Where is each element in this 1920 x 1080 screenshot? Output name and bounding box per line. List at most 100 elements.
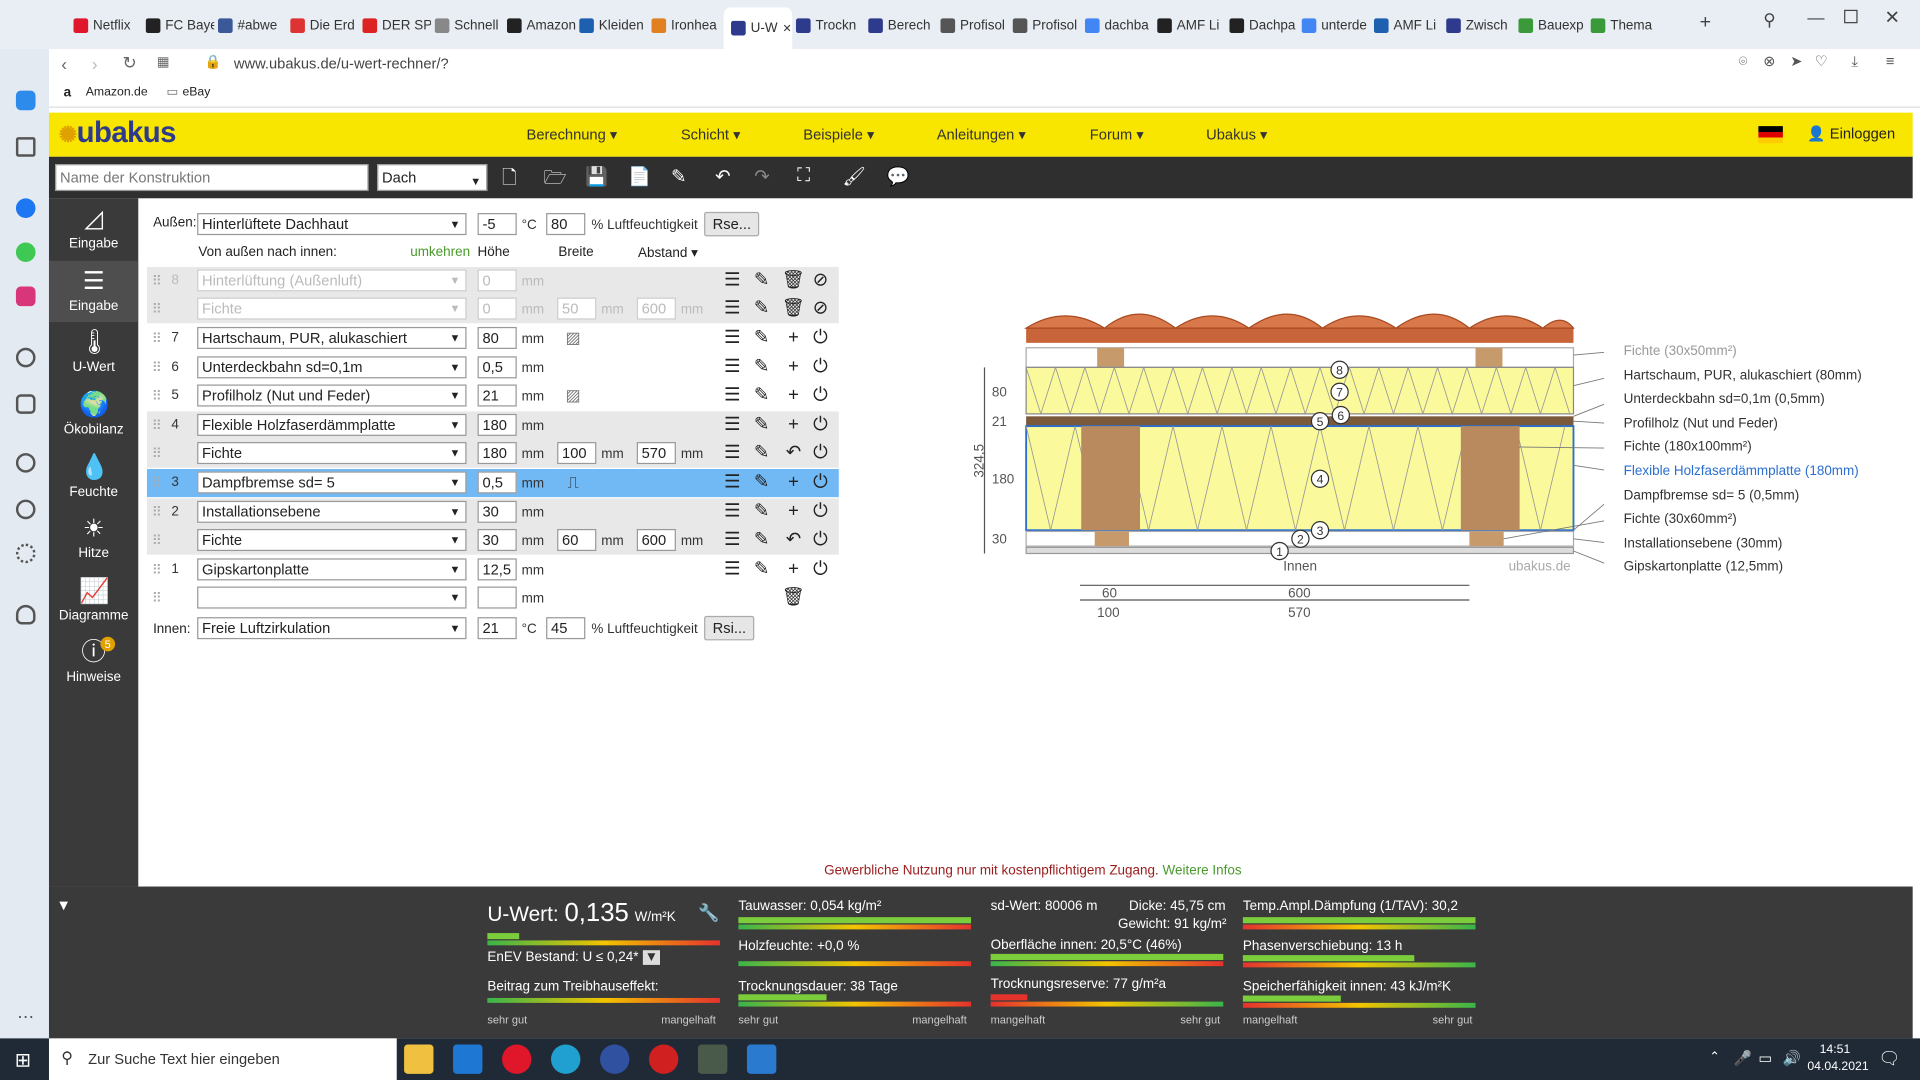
browser-tab[interactable]: Trockn — [795, 10, 865, 42]
browser-tab[interactable]: Thema — [1590, 10, 1660, 42]
drag-handle-icon[interactable]: ⠿ — [152, 533, 162, 549]
player-icon[interactable] — [15, 347, 36, 368]
drag-handle-icon[interactable]: ⠿ — [152, 446, 162, 462]
add-layer-icon[interactable]: + — [781, 414, 805, 436]
taskbar-search[interactable]: ⚲ Zur Suche Text hier eingeben — [48, 1038, 397, 1080]
mail-icon[interactable] — [453, 1044, 483, 1074]
edit-pencil-icon[interactable]: ✎ — [749, 384, 773, 406]
more-icon[interactable]: ⋯ — [17, 1007, 34, 1028]
add-layer-icon[interactable]: + — [781, 384, 805, 406]
clock-time[interactable]: 14:51 — [1820, 1043, 1851, 1056]
power-icon[interactable]: ⏻ — [808, 529, 832, 551]
edit-pencil-icon[interactable]: ✎ — [749, 414, 773, 436]
layer-material-select[interactable]: Hinterlüftung (Außenluft) ▼ — [197, 269, 467, 292]
speed-dial-icon[interactable] — [15, 137, 36, 157]
drawing-label[interactable]: Gipskartonplatte (12,5mm) — [1624, 560, 1783, 575]
clock-date[interactable]: 04.04.2021 — [1807, 1060, 1868, 1073]
brush-icon[interactable]: 🖌 — [842, 165, 865, 188]
inside-temp-input[interactable]: 21 — [477, 617, 517, 640]
menu-icon[interactable]: ☰ — [720, 471, 744, 493]
app-icon-2[interactable] — [648, 1044, 679, 1074]
add-layer-icon[interactable]: + — [781, 327, 805, 349]
edit-pencil-icon[interactable]: ✎ — [749, 501, 773, 523]
power-icon[interactable]: ⏻ — [808, 356, 832, 378]
inside-material-select[interactable]: Freie Luftzirkulation ▼ — [197, 617, 467, 640]
layer-height-input[interactable]: 30 — [477, 528, 517, 552]
browser-tab[interactable]: Zwisch — [1446, 10, 1515, 42]
layer-height-input[interactable]: 12,5 — [477, 558, 517, 581]
browser-tab[interactable]: AMF Li — [1157, 10, 1226, 42]
drag-handle-icon[interactable]: ⠿ — [152, 388, 162, 404]
power-icon[interactable]: ⏻ — [808, 442, 832, 464]
nav-feuchte[interactable]: 💧 Feuchte — [49, 447, 138, 508]
mic-icon[interactable]: 🎤 — [1734, 1049, 1752, 1066]
browser-tab[interactable]: Profisol — [940, 10, 1009, 42]
undo-icon[interactable]: ↶ — [715, 165, 730, 188]
edit-pencil-icon[interactable]: ✎ — [749, 327, 773, 349]
layer-material-select[interactable]: Fichte ▼ — [197, 528, 467, 552]
edit-pencil-icon[interactable]: ✎ — [749, 529, 773, 551]
browser-tab[interactable]: Berech — [868, 10, 937, 42]
browser-tab[interactable]: Schnell — [434, 10, 504, 42]
layer-height-input[interactable]: 30 — [477, 500, 517, 523]
drawing-label[interactable]: Unterdeckbahn sd=0,1m (0,5mm) — [1624, 392, 1825, 407]
layer-material-select[interactable]: Dampfbremse sd= 5 ▼ — [197, 471, 467, 494]
hatch-icon[interactable]: ▨ — [561, 327, 585, 349]
network-icon[interactable]: ▭ — [1758, 1049, 1772, 1066]
nav-ubakus[interactable]: Ubakus ▾ — [1206, 126, 1267, 143]
power-icon[interactable]: ⏻ — [808, 558, 832, 580]
download-icon[interactable]: ⤓ — [1851, 53, 1858, 71]
layer-material-select[interactable]: Installationsebene ▼ — [197, 500, 467, 523]
nav-berechnung[interactable]: Berechnung ▾ — [527, 126, 618, 143]
browser-tab[interactable]: Kleiden — [579, 10, 648, 42]
share-icon[interactable]: ➤ — [1790, 53, 1802, 70]
messenger-icon[interactable] — [15, 198, 36, 218]
outside-humidity-input[interactable]: 80 — [546, 213, 586, 236]
layer-distance-input[interactable]: 570 — [636, 442, 676, 465]
rse-button[interactable]: Rse... — [704, 211, 760, 237]
edit-pencil-icon[interactable]: ✎ — [749, 442, 773, 464]
drag-handle-icon[interactable]: ⠿ — [152, 590, 162, 606]
german-flag-icon[interactable] — [1758, 126, 1783, 144]
menu-icon[interactable]: ☰ — [720, 384, 744, 406]
menu-icon[interactable]: ☰ — [720, 442, 744, 464]
nav-diagramme[interactable]: 📈 Diagramme — [49, 571, 138, 632]
block-icon[interactable]: ⊗ — [1763, 53, 1775, 70]
disable-icon[interactable]: ⊘ — [808, 269, 832, 291]
notifications-icon[interactable]: 🗨 — [1878, 1048, 1900, 1069]
vapor-icon[interactable]: ⎍ — [561, 471, 585, 493]
volume-icon[interactable]: 🔊 — [1783, 1049, 1801, 1066]
power-icon[interactable]: ⏻ — [808, 414, 832, 436]
nav-eingabe-2[interactable]: ☰ Eingabe — [48, 260, 139, 323]
camera-icon[interactable]: ⌾ — [1739, 53, 1748, 71]
opera-taskbar-icon[interactable] — [502, 1044, 532, 1074]
tips-icon[interactable] — [15, 604, 36, 625]
photos-icon[interactable] — [746, 1044, 777, 1074]
more-info-link[interactable]: Weitere Infos — [1163, 863, 1242, 878]
close-tab-icon[interactable]: ✕ — [782, 21, 791, 34]
new-document-icon[interactable]: 🗋 — [502, 165, 517, 196]
layer-height-input[interactable]: 80 — [477, 326, 517, 349]
enev-label[interactable]: EnEV Bestand: U ≤ 0,24* ▼ — [487, 950, 661, 965]
edge-icon[interactable] — [551, 1044, 581, 1074]
search-tabs-icon[interactable]: ⚲ — [1763, 10, 1776, 31]
layer-distance-input[interactable]: 600 — [636, 297, 676, 320]
send-icon[interactable] — [15, 394, 36, 414]
menu-icon[interactable]: ☰ — [720, 298, 744, 320]
comment-icon[interactable]: 💬 — [887, 165, 910, 188]
layer-material-select[interactable]: Fichte ▼ — [197, 442, 467, 465]
history-icon[interactable] — [15, 499, 36, 520]
layer-material-select[interactable]: Profilholz (Nut und Feder) ▼ — [197, 384, 467, 407]
layer-material-select[interactable]: Gipskartonplatte ▼ — [197, 558, 467, 581]
save-icon[interactable]: 💾 — [585, 165, 608, 188]
trash-icon[interactable]: 🗑 — [781, 587, 805, 609]
instagram-icon[interactable] — [15, 286, 36, 307]
power-icon[interactable]: ⏻ — [808, 327, 832, 349]
nav-forum[interactable]: Forum ▾ — [1090, 126, 1144, 143]
login-link[interactable]: 👤 Einloggen — [1807, 125, 1895, 142]
menu-icon[interactable]: ≡ — [1886, 53, 1895, 70]
settings-icon[interactable] — [15, 543, 36, 564]
drawing-label[interactable]: Dampfbremse sd= 5 (0,5mm) — [1624, 489, 1800, 504]
drag-handle-icon[interactable]: ⠿ — [152, 418, 162, 434]
layer-width-input[interactable]: 60 — [557, 528, 597, 552]
